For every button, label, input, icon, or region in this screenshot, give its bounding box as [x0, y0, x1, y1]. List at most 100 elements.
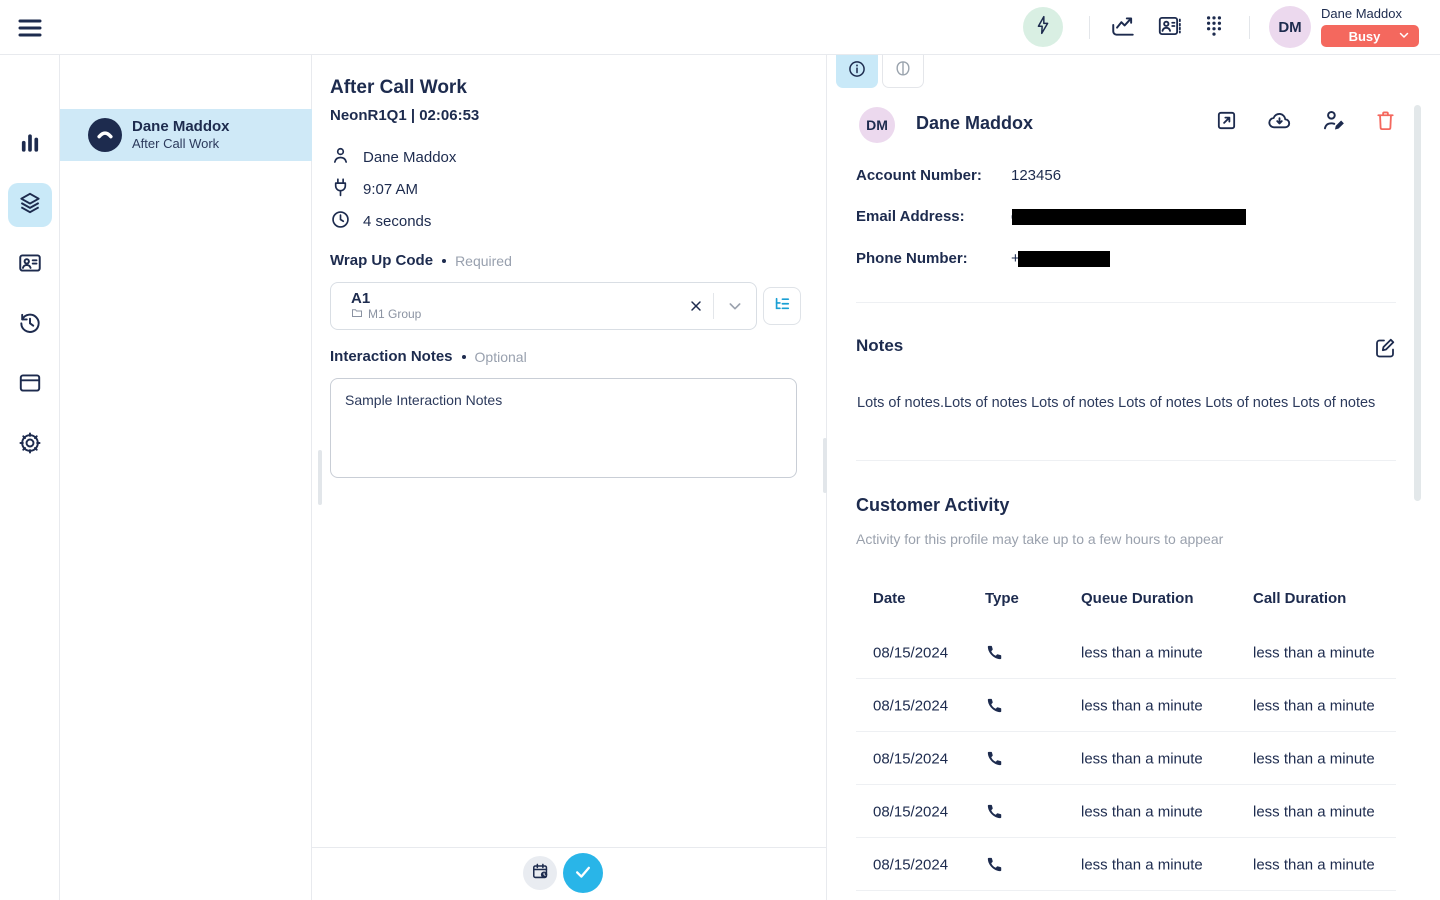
gear-icon [17, 430, 43, 461]
redaction-bar [1012, 209, 1246, 225]
activity-row: 08/15/2024 less than a minute less than … [856, 785, 1396, 838]
page-title: After Call Work [330, 77, 467, 99]
notes-title: Notes [856, 336, 903, 356]
profile-avatar: DM [859, 107, 895, 143]
complete-task-button[interactable] [563, 853, 603, 893]
check-icon [573, 862, 593, 885]
top-bar: DM Dane Maddox Busy [0, 0, 1440, 55]
open-profile-button[interactable] [1213, 110, 1239, 136]
download-profile-button[interactable] [1266, 110, 1292, 136]
reports-button[interactable] [1110, 15, 1136, 41]
status-dropdown[interactable]: Busy [1321, 25, 1419, 47]
wrap-up-code-value: A1 [351, 290, 679, 307]
sidebar-item-stats[interactable] [8, 123, 52, 167]
browser-window-icon [17, 370, 43, 401]
column-header-date: Date [873, 590, 906, 607]
phone-call-icon [985, 643, 1005, 663]
queue-and-timer: NeonR1Q1 | 02:06:53 [330, 107, 479, 124]
section-divider [856, 302, 1396, 303]
task-detail-panel: After Call Work NeonR1Q1 | 02:06:53 Dane… [312, 55, 827, 900]
activity-queue-duration: less than a minute [1081, 697, 1203, 714]
task-detail-contact: Dane Maddox [363, 149, 456, 166]
activity-queue-duration: less than a minute [1081, 856, 1203, 873]
sidebar-item-history[interactable] [8, 303, 52, 347]
activity-call-duration: less than a minute [1253, 750, 1375, 767]
person-icon [330, 145, 351, 170]
calendar-clock-icon [531, 862, 550, 884]
wrap-up-dropdown-caret[interactable] [714, 283, 756, 329]
quick-actions-button[interactable] [1023, 7, 1063, 47]
user-avatar[interactable]: DM [1269, 6, 1311, 48]
wrap-up-tree-view-button[interactable] [763, 287, 801, 325]
lightning-icon [1033, 15, 1053, 40]
activity-date: 08/15/2024 [873, 803, 948, 820]
topbar-separator [1249, 16, 1250, 39]
task-list-item[interactable]: Dane Maddox After Call Work [60, 109, 312, 161]
plug-icon [330, 177, 351, 202]
edit-contact-button[interactable] [1320, 110, 1346, 136]
topbar-separator [1089, 16, 1090, 39]
activity-queue-duration: less than a minute [1081, 750, 1203, 767]
dialpad-icon [1201, 13, 1227, 44]
activity-row: 08/15/2024 less than a minute less than … [856, 679, 1396, 732]
activity-date: 08/15/2024 [873, 750, 948, 767]
contacts-button[interactable] [1156, 15, 1182, 41]
customer-activity-title: Customer Activity [856, 495, 1009, 516]
tab-insights[interactable] [882, 55, 924, 88]
email-redacted-value: d [1011, 208, 1246, 225]
scrollbar-thumb[interactable] [823, 438, 827, 493]
column-header-queue-duration: Queue Duration [1081, 590, 1194, 607]
clear-wrap-up-button[interactable] [679, 283, 713, 329]
scrollbar-thumb[interactable] [318, 450, 322, 505]
account-number-value: 123456 [1011, 167, 1061, 184]
tab-profile-info[interactable] [836, 55, 878, 88]
sidebar-item-settings[interactable] [8, 423, 52, 467]
activity-row: 08/15/2024 less than a minute less than … [856, 732, 1396, 785]
trash-icon [1374, 109, 1397, 137]
hamburger-menu-icon[interactable] [16, 14, 44, 42]
activity-row: 08/15/2024 less than a minute less than … [856, 626, 1396, 679]
phone-label: Phone Number: [856, 250, 1011, 267]
user-name: Dane Maddox [1321, 6, 1402, 21]
row-divider [856, 890, 1396, 891]
chevron-down-icon [1398, 29, 1419, 44]
customer-activity-subtitle: Activity for this profile may take up to… [856, 531, 1223, 547]
wrap-up-code-label: Wrap Up Code [330, 252, 433, 269]
dot-separator [442, 259, 446, 263]
profile-name: Dane Maddox [916, 113, 1033, 134]
column-header-type: Type [985, 590, 1019, 607]
task-duration: 4 seconds [363, 213, 431, 230]
sidebar-item-tasks[interactable] [8, 183, 52, 227]
dialpad-button[interactable] [1201, 15, 1227, 41]
phone-call-icon [985, 696, 1005, 716]
phone-redacted-value: + [1011, 250, 1110, 267]
info-icon [847, 59, 867, 84]
email-label: Email Address: [856, 208, 1011, 225]
contact-card-icon [17, 250, 43, 281]
interaction-notes-requirement: Optional [475, 349, 527, 365]
column-header-call-duration: Call Duration [1253, 590, 1346, 607]
account-number-label: Account Number: [856, 167, 1011, 184]
history-icon [17, 310, 43, 341]
activity-queue-duration: less than a minute [1081, 803, 1203, 820]
wrap-up-code-select[interactable]: A1 M1 Group [330, 282, 757, 330]
section-divider [856, 460, 1396, 461]
tree-view-icon [772, 295, 792, 318]
scrollbar-thumb[interactable] [1414, 105, 1421, 501]
delete-contact-button[interactable] [1372, 110, 1398, 136]
edit-notes-button[interactable] [1373, 336, 1397, 360]
phone-call-icon [985, 855, 1005, 875]
phone-call-icon [985, 749, 1005, 769]
notes-text: Lots of notes.Lots of notes Lots of note… [857, 395, 1387, 411]
clock-icon [330, 209, 351, 234]
sidebar-item-contacts[interactable] [8, 243, 52, 287]
edit-pencil-icon [1373, 347, 1397, 364]
activity-date: 08/15/2024 [873, 697, 948, 714]
interaction-notes-input[interactable]: Sample Interaction Notes [330, 378, 797, 478]
sidebar-item-browser[interactable] [8, 363, 52, 407]
schedule-callback-button[interactable] [523, 856, 557, 890]
activity-date: 08/15/2024 [873, 644, 948, 661]
activity-call-duration: less than a minute [1253, 803, 1375, 820]
wrap-up-requirement: Required [455, 253, 512, 269]
phone-call-icon [985, 802, 1005, 822]
